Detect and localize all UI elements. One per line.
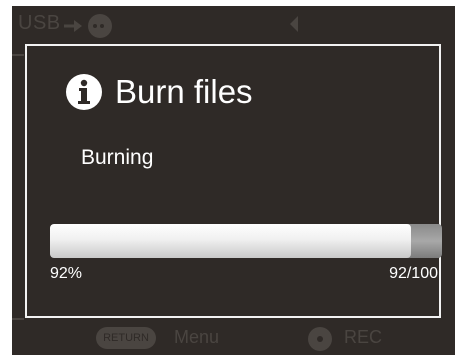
progress-percent: 92% <box>50 265 83 282</box>
usb-plug-icon <box>64 14 112 38</box>
rec-icon[interactable] <box>308 327 332 351</box>
left-arrow-icon <box>290 16 298 32</box>
progress-count: 92/100 <box>389 265 438 282</box>
usb-label: USB <box>18 12 61 34</box>
burning-status: Burning <box>81 146 154 169</box>
bottom-hint-bar: RETURN Menu REC <box>12 325 455 355</box>
dialog-title: Burn files <box>115 73 253 110</box>
return-button-hint[interactable]: RETURN <box>96 327 156 349</box>
burn-progress-bar <box>50 224 442 258</box>
left-edge-line-top <box>12 54 24 56</box>
top-status-bar: USB <box>12 6 455 38</box>
info-icon <box>66 74 102 110</box>
left-edge-line-bottom <box>12 318 24 320</box>
burn-files-dialog: Burn files Burning 92% 92/100 <box>25 44 442 318</box>
progress-fill <box>50 224 411 258</box>
menu-label: Menu <box>174 327 220 347</box>
rec-label: REC <box>344 327 383 347</box>
